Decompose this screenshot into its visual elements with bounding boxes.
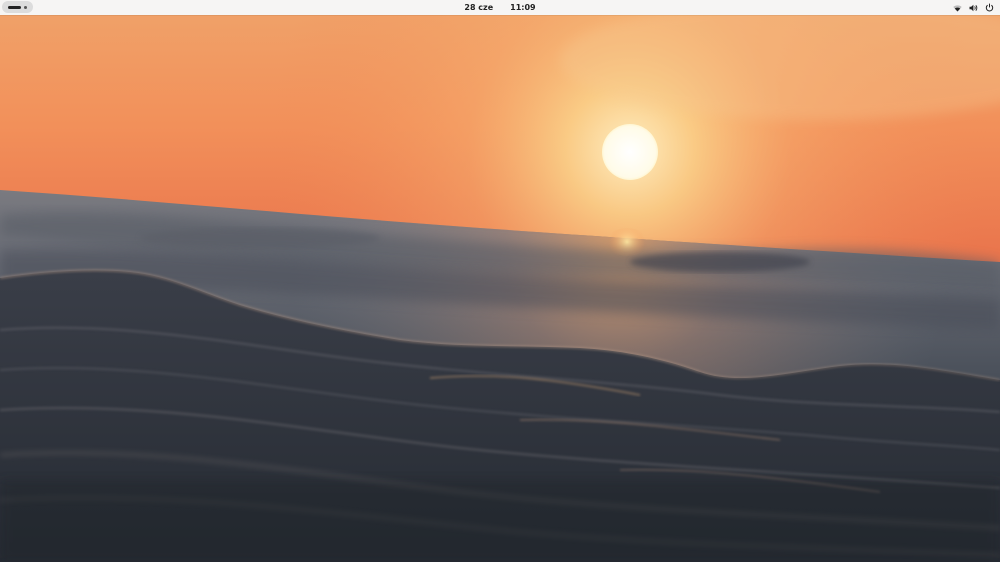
desktop: 28 cze 11:09 [0,0,1000,562]
workspace-dot-icon [24,5,27,9]
activities-indicator-icon [8,5,21,9]
top-bar: 28 cze 11:09 [0,0,1000,15]
clock-time: 11:09 [510,3,536,12]
power-icon [985,3,994,12]
wallpaper-sunset-sea [0,0,1000,562]
volume-icon [969,3,978,12]
clock-date: 28 cze [464,3,494,12]
clock-button[interactable]: 28 cze 11:09 [452,0,547,15]
activities-button[interactable] [2,1,33,13]
wifi-icon [953,3,962,12]
system-status-area[interactable] [953,0,994,15]
